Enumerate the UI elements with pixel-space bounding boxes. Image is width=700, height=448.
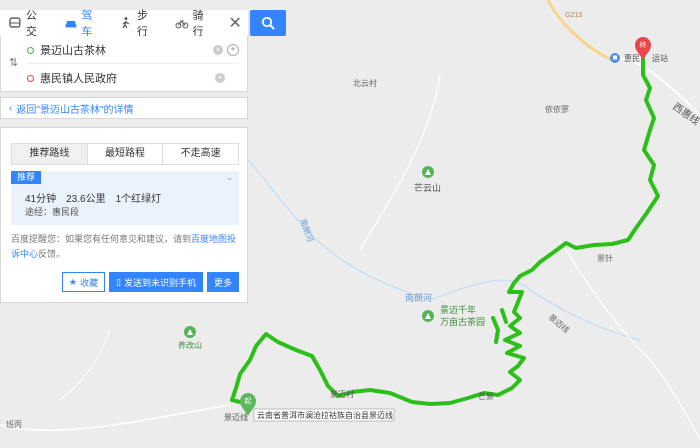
via-text: 途经：惠民段 [25, 207, 80, 217]
map-label-jingmaicun: 景迈村 [330, 389, 354, 399]
feedback-note: 百度提醒您：如果您有任何意见和建议，请到百度地图投诉中心反馈。 [11, 232, 237, 262]
note-prefix: 百度提醒您：如果您有任何意见和建议，请到 [11, 234, 192, 244]
distance-text: 23.6公里 [66, 194, 106, 205]
end-badge-text: 终 [640, 40, 647, 49]
map-label-end-station-tail: 运站 [652, 53, 668, 63]
map-label-end-station: 惠民 [624, 53, 640, 63]
car-icon [65, 21, 76, 28]
map-label-yangai: 养改山 [178, 340, 202, 350]
route-option-tabs: 推荐路线 最短路程 不走高速 [11, 143, 239, 165]
map-label-nanlanghe2: 南朗河 [405, 292, 432, 303]
map-label-banbing: 班丙 [6, 419, 22, 429]
route-result-card[interactable]: 推荐 ⌄ 41分钟 23.6公里 1个红绿灯 途经：惠民段 [11, 171, 239, 225]
tab-bus[interactable]: 公交 [0, 10, 56, 38]
map-label-yiyiliao: 依依寥 [545, 104, 569, 114]
tab-recommended[interactable]: 推荐路线 [12, 144, 88, 164]
route-details-panel: 推荐路线 最短路程 不走高速 推荐 ⌄ 41分钟 23.6公里 1个红绿灯 途经… [0, 127, 248, 303]
origin-field[interactable]: 景迈山古茶林 × + [27, 36, 239, 64]
travel-mode-tabs: 公交 驾车 步行 骑行 ✕ [0, 10, 248, 38]
map-label-beiyun: 北云村 [353, 78, 377, 88]
search-button[interactable] [250, 10, 286, 36]
recommend-badge: 推荐 [11, 171, 42, 184]
mountain-poi-icon [422, 166, 434, 178]
tab-car-label: 驾车 [81, 10, 93, 38]
chevron-left-icon: ‹ [9, 102, 13, 114]
map-label-highway: G213 [565, 12, 582, 19]
tab-bike-label: 骑行 [192, 10, 204, 38]
tab-car[interactable]: 驾车 [56, 10, 112, 38]
add-waypoint-icon[interactable]: + [227, 44, 239, 56]
route-input-box: ⇅ 景迈山古茶林 × + 惠民镇人民政府 × [0, 36, 248, 92]
tab-walk-label: 步行 [136, 10, 148, 38]
swap-icon[interactable]: ⇅ [9, 56, 18, 69]
route-stats: 41分钟 23.6公里 1个红绿灯 [25, 190, 161, 205]
tab-walk[interactable]: 步行 [111, 10, 167, 38]
action-buttons: ★ 收藏 ▯ 发送到未识别手机 更多 [61, 272, 239, 292]
duration-text: 41分钟 [25, 194, 57, 205]
back-link-text: 返回"景迈山古茶林"的详情 [16, 104, 134, 116]
map-label-tea-garden-1: 景迈千年 [440, 304, 476, 315]
favorite-label: 收藏 [80, 277, 99, 288]
phone-icon: ▯ [116, 276, 121, 287]
start-badge-text: 起 [245, 397, 252, 405]
traffic-lights-text: 1个红绿灯 [115, 194, 162, 205]
map-label-tea-garden-2: 万亩古茶园 [440, 316, 485, 327]
note-suffix: 反馈。 [38, 249, 66, 259]
tab-bus-label: 公交 [25, 10, 37, 38]
destination-text: 惠民镇人民政府 [40, 73, 117, 85]
clear-icon[interactable]: × [213, 45, 223, 55]
map-label-mangba: 景针 [597, 253, 613, 263]
star-icon: ★ [68, 276, 77, 287]
map-label-mangyunshan: 芒云山 [414, 182, 441, 193]
tea-garden-poi-icon [422, 310, 434, 322]
send-to-phone-button[interactable]: ▯ 发送到未识别手机 [109, 272, 203, 292]
search-icon [261, 16, 275, 30]
favorite-button[interactable]: ★ 收藏 [61, 272, 106, 292]
start-tooltip: 云南省普洱市澜沧拉祜族自治县景迈线 [257, 410, 393, 420]
close-icon[interactable]: ✕ [222, 13, 248, 33]
walk-icon [122, 17, 130, 29]
destination-field[interactable]: 惠民镇人民政府 × [27, 63, 239, 92]
bus-icon [9, 17, 21, 28]
tab-bike[interactable]: 骑行 [167, 10, 223, 38]
destination-dot-icon [27, 74, 34, 82]
tab-shortest[interactable]: 最短路程 [88, 144, 164, 164]
more-button[interactable]: 更多 [206, 272, 239, 292]
map-label-mangjing: 芒景 [478, 391, 494, 401]
send-label: 发送到未识别手机 [123, 277, 196, 288]
chevron-down-icon[interactable]: ⌄ [226, 173, 233, 182]
mountain-poi-icon [184, 326, 196, 338]
origin-dot-icon [27, 46, 34, 54]
back-link[interactable]: ‹ 返回"景迈山古茶林"的详情 [0, 97, 248, 119]
bus-station-icon [610, 53, 620, 63]
more-label: 更多 [213, 277, 232, 288]
clear-icon[interactable]: × [215, 73, 225, 83]
map-label-start-place: 景迈线 [224, 412, 248, 422]
tab-no-highway[interactable]: 不走高速 [163, 144, 238, 164]
origin-text: 景迈山古茶林 [40, 45, 106, 57]
bike-icon [175, 20, 189, 29]
